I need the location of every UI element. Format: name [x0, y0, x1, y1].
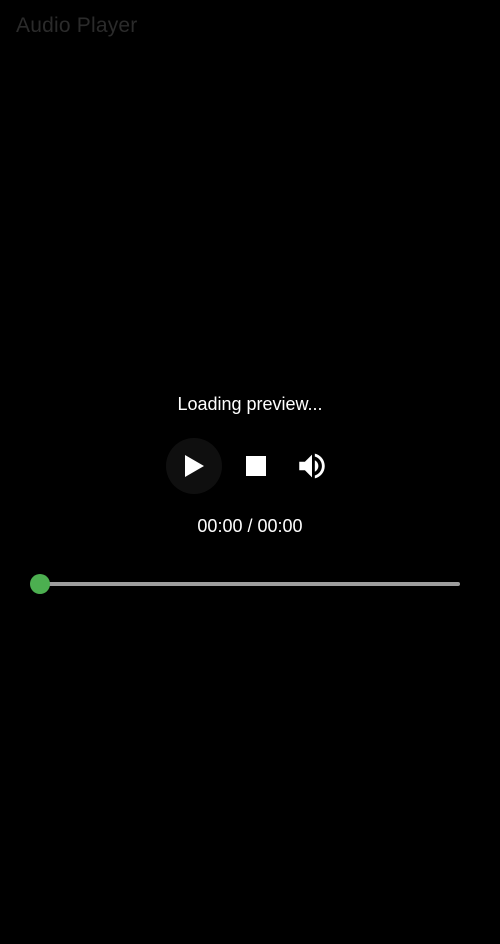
stop-icon: [246, 456, 266, 476]
time-separator: /: [247, 516, 253, 536]
audio-player-screen: Audio Player Loading preview... 00:00 / …: [0, 0, 500, 944]
seek-thumb[interactable]: [30, 574, 50, 594]
time-display: 00:00 / 00:00: [0, 516, 500, 537]
playback-controls: [166, 438, 330, 494]
seek-track: [40, 582, 460, 586]
play-button[interactable]: [166, 438, 222, 494]
stop-button[interactable]: [240, 450, 272, 482]
current-time: 00:00: [197, 516, 243, 536]
duration-time: 00:00: [257, 516, 303, 536]
app-title: Audio Player: [16, 14, 138, 37]
volume-button[interactable]: [294, 448, 330, 484]
seek-slider[interactable]: [30, 572, 470, 596]
volume-up-icon: [299, 453, 325, 479]
loading-status-text: Loading preview...: [177, 394, 323, 414]
play-icon: [185, 455, 204, 477]
